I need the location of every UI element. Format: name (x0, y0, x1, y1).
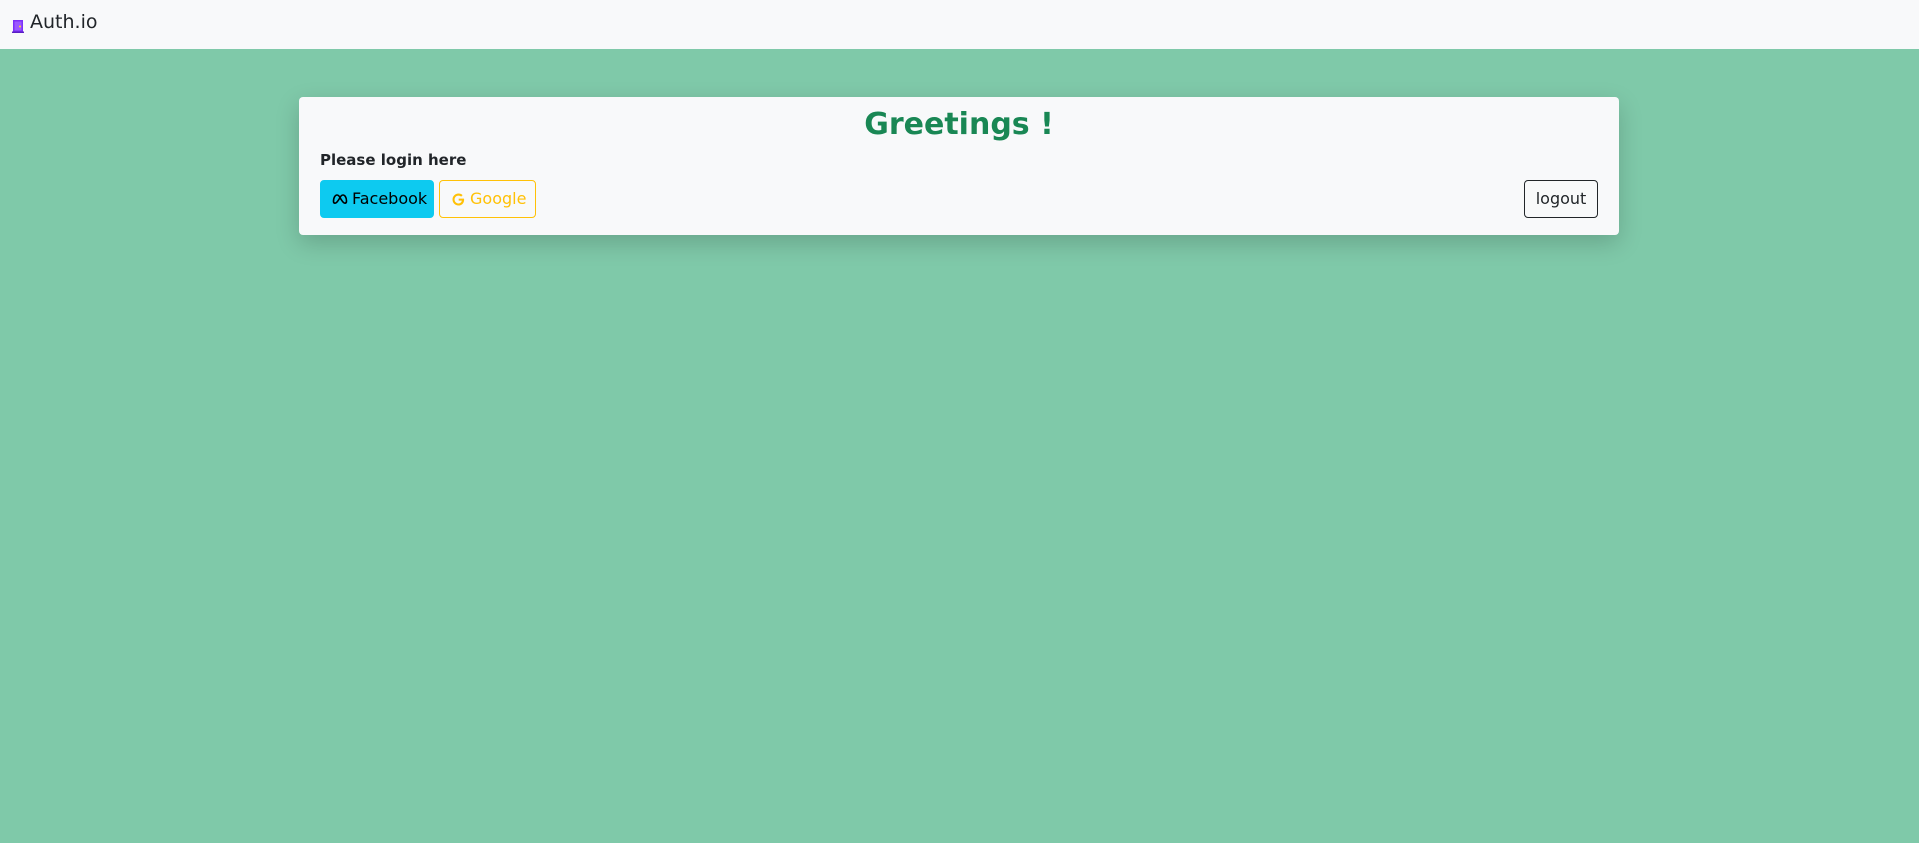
greeting-heading: Greetings ! (864, 107, 1054, 142)
google-button-label: Google (470, 189, 527, 208)
facebook-login-button[interactable]: Facebook (320, 180, 434, 218)
top-navbar: Auth.io (0, 0, 1919, 49)
google-login-button[interactable]: Google (439, 180, 536, 218)
login-subtitle: Please login here (320, 151, 467, 169)
brand-label: Auth.io (30, 10, 98, 33)
brand-link[interactable]: Auth.io (12, 10, 98, 33)
google-icon (451, 192, 466, 207)
facebook-button-label: Facebook (352, 189, 428, 208)
logout-button[interactable]: logout (1524, 180, 1598, 218)
meta-icon (332, 193, 348, 205)
login-card: Greetings ! Please login here Facebook G… (299, 97, 1619, 235)
door-icon (12, 18, 24, 33)
login-button-group: Facebook Google (320, 180, 536, 218)
